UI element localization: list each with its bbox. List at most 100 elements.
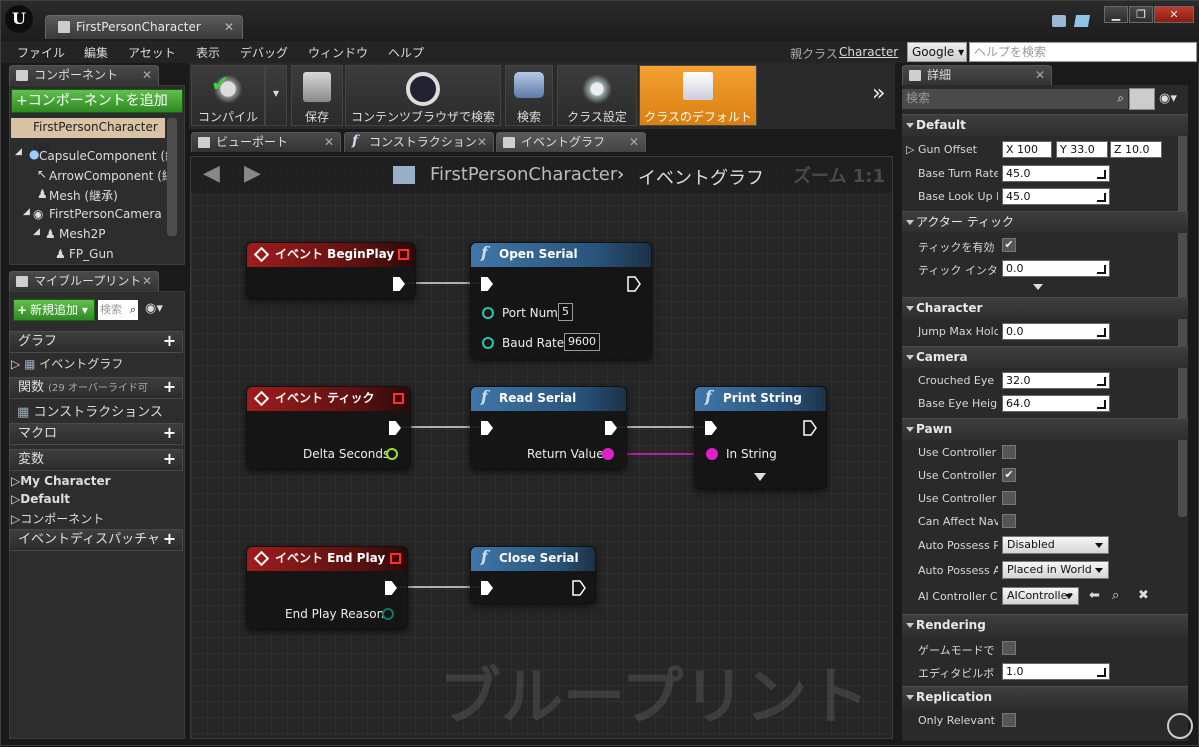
menu-debug[interactable]: デバッグ xyxy=(240,44,288,61)
exec-out-pin[interactable] xyxy=(389,421,401,435)
close-icon[interactable]: ✕ xyxy=(629,133,639,152)
exec-out-pin[interactable] xyxy=(385,581,397,595)
only-relevant-checkbox[interactable] xyxy=(1002,713,1016,727)
notification-icon[interactable] xyxy=(1052,15,1066,27)
tab-construction[interactable]: f コンストラクション ✕ xyxy=(344,132,494,152)
exec-out-pin[interactable] xyxy=(393,277,405,291)
tab-details[interactable]: 詳細 ✕ xyxy=(902,65,1052,85)
gun-offset-label[interactable]: ▷ Gun Offset xyxy=(906,143,996,156)
exec-in-pin[interactable] xyxy=(481,581,493,595)
use-controller-checkbox[interactable] xyxy=(1002,491,1016,505)
close-icon[interactable]: ✕ xyxy=(142,66,152,85)
tree-item[interactable]: CapsuleComponent (継 xyxy=(39,147,177,164)
delegate-pin-icon[interactable] xyxy=(390,553,401,564)
delegate-pin-icon[interactable] xyxy=(398,249,409,260)
menu-window[interactable]: ウィンドウ xyxy=(308,44,368,61)
help-search-input[interactable]: ヘルプを検索 xyxy=(969,42,1197,62)
string-pin[interactable] xyxy=(602,448,614,460)
close-icon[interactable]: ✕ xyxy=(477,133,487,152)
node-read-serial[interactable]: f Read Serial Return Value xyxy=(470,386,627,469)
port-num-input[interactable]: 5 xyxy=(558,303,573,321)
hidden-in-game-checkbox[interactable] xyxy=(1002,641,1016,655)
feedback-icon[interactable] xyxy=(1073,15,1091,27)
tab-viewport[interactable]: ビューポート ✕ xyxy=(191,132,341,152)
browse-search-icon[interactable]: ⌕ xyxy=(1112,588,1119,603)
add-new-button[interactable]: + 新規追加 ▾ xyxy=(13,299,95,321)
macros-section-header[interactable]: マクロ + xyxy=(9,423,183,445)
back-arrow-icon[interactable]: ◀ xyxy=(203,161,220,186)
menu-file[interactable]: ファイル xyxy=(17,44,65,61)
enum-pin[interactable] xyxy=(382,608,394,620)
search-engine-select[interactable]: Google ▾ xyxy=(907,42,967,62)
tree-item[interactable]: FirstPersonCamera xyxy=(49,207,162,221)
section-pawn[interactable]: Pawn xyxy=(902,418,1188,440)
tick-enabled-checkbox[interactable]: ✔ xyxy=(1002,238,1016,252)
gun-offset-z-input[interactable]: Z 10.0 xyxy=(1110,141,1162,158)
baud-rate-input[interactable]: 9600 xyxy=(564,333,600,351)
section-rendering[interactable]: Rendering xyxy=(902,614,1188,636)
exec-out-pin[interactable] xyxy=(627,276,641,292)
node-close-serial[interactable]: f Close Serial xyxy=(470,546,596,604)
crouched-eye-input[interactable]: 32.0 xyxy=(1002,372,1110,389)
delegate-pin-icon[interactable] xyxy=(393,393,404,404)
expand-advanced-icon[interactable] xyxy=(754,473,766,481)
node-print-string[interactable]: f Print String In String xyxy=(694,386,827,489)
compile-button[interactable]: ✔ コンパイル xyxy=(191,65,265,126)
close-icon[interactable]: ✕ xyxy=(142,272,152,291)
functions-section-header[interactable]: 関数 (29 オーバーライド可 + xyxy=(9,377,183,399)
add-dispatcher-icon[interactable]: + xyxy=(161,531,178,548)
int-pin[interactable] xyxy=(482,337,494,349)
section-default[interactable]: Default xyxy=(902,114,1188,136)
exec-in-pin[interactable] xyxy=(705,421,717,435)
base-eye-input[interactable]: 64.0 xyxy=(1002,395,1110,412)
exec-out-pin[interactable] xyxy=(605,421,617,435)
expand-arrow-icon[interactable]: ◢ xyxy=(15,147,22,157)
expand-arrow-icon[interactable]: ◢ xyxy=(33,227,40,237)
list-item[interactable]: ▷Default xyxy=(11,492,70,506)
node-begin-play[interactable]: イベント BeginPlay xyxy=(246,242,416,299)
menu-help[interactable]: ヘルプ xyxy=(388,44,424,61)
exec-out-pin[interactable] xyxy=(572,580,586,596)
document-tab[interactable]: FirstPersonCharacter ✕ xyxy=(45,15,243,39)
auto-possess-ai-select[interactable]: Placed in World xyxy=(1002,561,1109,579)
int-pin[interactable] xyxy=(482,307,494,319)
compile-options-button[interactable]: ▾ xyxy=(265,65,287,126)
list-item[interactable]: ▷コンポーネント xyxy=(11,510,104,527)
node-open-serial[interactable]: f Open Serial Port Num 5 Baud Rate 9600 xyxy=(470,242,652,359)
components-scrollbar[interactable] xyxy=(167,118,177,236)
section-character[interactable]: Character xyxy=(902,297,1188,319)
exec-in-pin[interactable] xyxy=(481,421,493,435)
use-controller-checkbox[interactable] xyxy=(1002,445,1016,459)
gun-offset-x-input[interactable]: X 100 xyxy=(1002,141,1052,158)
visibility-eye-icon[interactable]: ◉▾ xyxy=(145,301,163,316)
clear-icon[interactable]: ✖ xyxy=(1138,588,1149,603)
find-button[interactable]: 検索 xyxy=(505,65,553,126)
menu-asset[interactable]: アセット xyxy=(128,44,176,61)
add-macro-icon[interactable]: + xyxy=(161,425,178,442)
breadcrumb-root[interactable]: FirstPersonCharacter xyxy=(430,164,617,185)
restore-button[interactable]: ❐ xyxy=(1129,6,1153,23)
exec-out-pin[interactable] xyxy=(803,420,817,436)
exec-in-pin[interactable] xyxy=(481,277,493,291)
editor-billboard-input[interactable]: 1.0 xyxy=(1002,663,1110,680)
component-root[interactable]: FirstPersonCharacter (se xyxy=(11,118,165,153)
add-function-icon[interactable]: + xyxy=(161,379,178,396)
section-actor-tick[interactable]: アクター ティック xyxy=(902,211,1188,233)
base-look-up-input[interactable]: 45.0 xyxy=(1002,188,1110,205)
close-icon[interactable]: ✕ xyxy=(324,133,334,152)
toolbar-overflow-icon[interactable]: » xyxy=(872,81,885,106)
class-settings-button[interactable]: クラス設定 xyxy=(557,65,637,126)
blueprint-search-input[interactable]: 検索 ⌕ xyxy=(98,300,138,320)
section-replication[interactable]: Replication xyxy=(902,686,1188,708)
node-event-tick[interactable]: イベント ティック Delta Seconds xyxy=(246,386,411,469)
jump-max-hold-input[interactable]: 0.0 xyxy=(1002,323,1110,340)
browse-content-button[interactable]: コンテンツブラウザで検索 xyxy=(345,65,501,126)
parent-class-link[interactable]: Character xyxy=(839,45,898,59)
tree-item[interactable]: Mesh (継承) xyxy=(49,187,118,204)
list-item[interactable]: ▷ ▦ イベントグラフ xyxy=(11,355,123,372)
use-selected-arrow-icon[interactable]: ⬅ xyxy=(1089,588,1100,603)
tree-item[interactable]: FP_Gun xyxy=(69,247,114,261)
dispatchers-section-header[interactable]: イベントディスパッチャ + xyxy=(9,529,183,551)
use-controller-checkbox[interactable]: ✔ xyxy=(1002,468,1016,482)
tab-my-blueprint[interactable]: マイブループリント ✕ xyxy=(9,271,159,291)
